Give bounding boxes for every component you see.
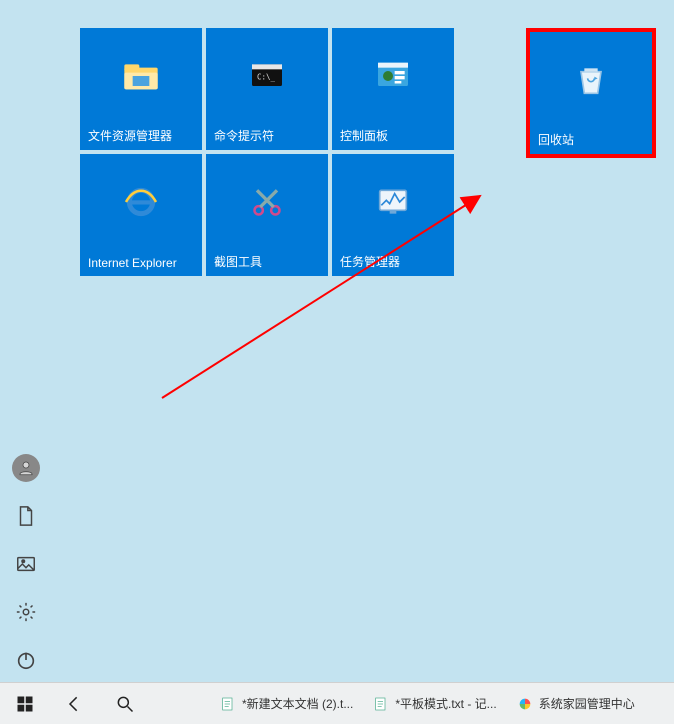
taskbar-item-label: *新建文本文档 (2).t...: [242, 695, 353, 712]
tile-label: 截图工具: [214, 253, 320, 270]
taskbar: *新建文本文档 (2).t... *平板模式.txt - 记... 系统家园管理…: [0, 682, 674, 724]
back-button[interactable]: [50, 683, 100, 724]
document-icon[interactable]: [12, 502, 40, 530]
tile-label: 命令提示符: [214, 127, 320, 144]
tile-row-2: Internet Explorer 截图工具 任务管理: [80, 154, 660, 276]
tile-label: 文件资源管理器: [88, 127, 194, 144]
tile-file-explorer[interactable]: 文件资源管理器: [80, 28, 202, 150]
tile-ie[interactable]: Internet Explorer: [80, 154, 202, 276]
taskbar-item-notepad-2[interactable]: *平板模式.txt - 记...: [365, 688, 504, 720]
tile-label: Internet Explorer: [88, 256, 194, 270]
svg-text:C:\_: C:\_: [257, 72, 276, 81]
start-button[interactable]: [0, 683, 50, 724]
tile-task-manager[interactable]: 任务管理器: [332, 154, 454, 276]
colorwheel-icon: [517, 696, 533, 712]
tile-control-panel[interactable]: 控制面板: [332, 28, 454, 150]
recycle-bin-icon: [530, 32, 652, 128]
notepad-icon: [220, 696, 236, 712]
tile-snipping-tool[interactable]: 截图工具: [206, 154, 328, 276]
notepad-icon: [373, 696, 389, 712]
power-icon[interactable]: [12, 646, 40, 674]
control-panel-icon: [332, 28, 454, 124]
pictures-icon[interactable]: [12, 550, 40, 578]
taskmgr-icon: [332, 154, 454, 250]
tile-label: 控制面板: [340, 127, 446, 144]
tile-cmd[interactable]: C:\_ 命令提示符: [206, 28, 328, 150]
taskbar-item-label: *平板模式.txt - 记...: [395, 695, 496, 712]
settings-icon[interactable]: [12, 598, 40, 626]
taskbar-item-notepad-1[interactable]: *新建文本文档 (2).t...: [212, 688, 361, 720]
tile-recycle-bin[interactable]: 回收站: [526, 28, 656, 158]
taskbar-item-system-center[interactable]: 系统家园管理中心: [509, 688, 643, 720]
user-icon[interactable]: [12, 454, 40, 482]
tile-label: 回收站: [538, 131, 644, 148]
search-button[interactable]: [100, 683, 150, 724]
taskbar-item-label: 系统家园管理中心: [539, 695, 635, 712]
cmd-icon: C:\_: [206, 28, 328, 124]
start-left-rail: [6, 454, 46, 674]
ie-icon: [80, 154, 202, 250]
tile-label: 任务管理器: [340, 253, 446, 270]
snip-icon: [206, 154, 328, 250]
folder-icon: [80, 28, 202, 124]
